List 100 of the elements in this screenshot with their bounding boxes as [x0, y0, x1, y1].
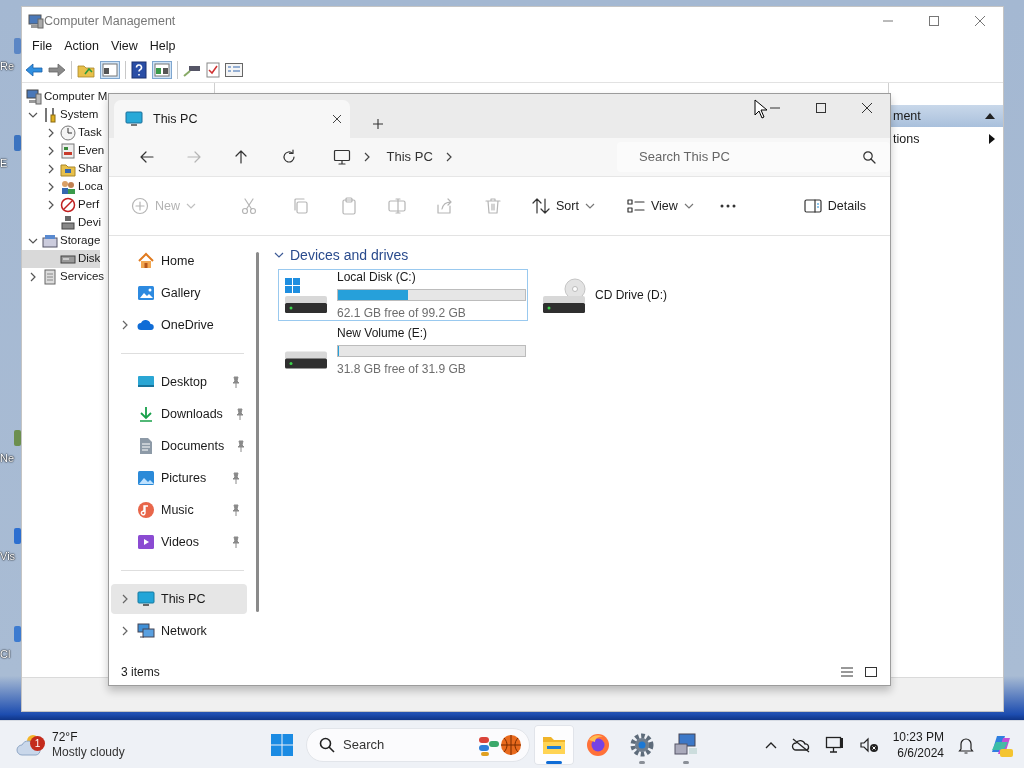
time-text: 10:23 PM [892, 728, 944, 745]
cloud-off-icon[interactable] [790, 736, 811, 753]
collapse-chevron-icon[interactable] [28, 237, 38, 245]
help-icon[interactable] [131, 60, 147, 79]
expand-chevron-icon[interactable] [121, 626, 129, 636]
tab[interactable]: This PC [114, 100, 350, 138]
details-pane-icon [803, 198, 822, 214]
speaker-muted-icon[interactable] [858, 736, 879, 753]
share-icon [60, 161, 76, 177]
tree-item[interactable]: Task [22, 124, 102, 142]
expand-chevron-icon[interactable] [47, 128, 55, 138]
tree-label: Loca [78, 179, 103, 195]
nav-item[interactable]: Downloads [111, 399, 247, 429]
hard-drive-icon [283, 276, 329, 314]
menu-item[interactable]: Action [58, 36, 105, 56]
search-field[interactable]: Search This PC [617, 142, 890, 172]
device-icon [60, 215, 76, 231]
bell-icon[interactable] [958, 735, 974, 754]
house-icon [137, 252, 155, 270]
search-box[interactable]: Search [306, 727, 530, 762]
expand-chevron-icon[interactable] [47, 164, 55, 174]
window-title: Computer Management [44, 12, 176, 30]
properties-icon[interactable] [225, 62, 243, 77]
expand-chevron-icon[interactable] [121, 594, 129, 604]
tab-label: This PC [153, 110, 198, 128]
pane-icon[interactable] [100, 60, 120, 79]
tree-item[interactable]: System [22, 106, 99, 124]
tree-label: Even [78, 143, 105, 159]
drive-tile[interactable]: New Volume (E:) 31.8 GB free of 31.9 GB [278, 325, 528, 377]
drive-tile[interactable]: Local Disk (C:) 62.1 GB free of 99.2 GB [278, 269, 528, 321]
shortcut-label: Vis [0, 550, 16, 562]
pane-icon[interactable] [152, 60, 172, 79]
monitor-icon [125, 111, 143, 127]
refresh-icon[interactable] [280, 149, 297, 165]
forward-icon[interactable] [48, 61, 66, 78]
date-text: 6/6/2024 [897, 744, 944, 761]
cursor-icon [754, 99, 768, 119]
more-icon [719, 204, 736, 208]
close-tab-icon[interactable] [332, 114, 342, 124]
tree-item[interactable]: Perf [22, 196, 100, 214]
scissors-icon [240, 197, 258, 215]
menu-item[interactable]: Help [143, 36, 182, 56]
search-placeholder: Search This PC [639, 148, 730, 167]
details-view-icon[interactable] [840, 666, 854, 678]
tree-label: Perf [78, 197, 100, 213]
computer-icon [26, 89, 42, 105]
group-header[interactable]: Devices and drives [274, 245, 890, 265]
tree-item[interactable]: Loca [22, 178, 103, 196]
sort-button[interactable]: Sort [524, 190, 603, 222]
chevron-up-icon[interactable] [764, 740, 777, 749]
expand-chevron-icon[interactable] [47, 200, 55, 210]
collapse-chevron-icon[interactable] [28, 111, 38, 119]
collapse-arrow-icon[interactable] [985, 113, 995, 119]
actions-pane-entry[interactable]: tions [889, 127, 1003, 151]
view-button[interactable]: View [618, 190, 702, 222]
tree-item[interactable]: Disk [22, 250, 101, 268]
tree-item[interactable]: Computer M [22, 88, 108, 106]
close-icon [974, 15, 986, 27]
new-tab-icon[interactable] [372, 117, 384, 130]
tree-item[interactable]: Services [22, 268, 105, 286]
network-monitor-icon[interactable] [824, 735, 845, 754]
chevron-icon[interactable] [444, 152, 453, 162]
breadcrumb-item[interactable]: This PC [386, 147, 433, 167]
tree-item[interactable]: Storage [22, 232, 101, 250]
share-icon [436, 197, 454, 215]
taskbar-app[interactable] [534, 724, 574, 765]
clock[interactable]: 10:23 PM 6/6/2024 [892, 728, 944, 761]
nav-item[interactable]: Gallery [111, 278, 247, 308]
details-button[interactable]: Details [795, 190, 874, 222]
monitor-icon[interactable] [332, 149, 351, 165]
menu-item[interactable]: View [104, 36, 144, 56]
chevron-icon[interactable] [362, 152, 371, 162]
nav-item[interactable]: Pictures [111, 463, 247, 493]
menu-item[interactable]: File [26, 36, 59, 56]
music-note-icon [137, 501, 155, 519]
tree-item[interactable]: Even [22, 142, 105, 160]
drive-tile[interactable]: CD Drive (D:) [536, 269, 786, 321]
expand-chevron-icon[interactable] [29, 272, 37, 282]
tree-item[interactable]: Shar [22, 160, 103, 178]
tiles-view-icon[interactable] [864, 666, 878, 678]
tools-icon [42, 107, 58, 123]
expand-chevron-icon[interactable] [47, 146, 55, 156]
tree-label: Task [78, 125, 102, 141]
back-icon[interactable] [138, 149, 155, 165]
tree-label: Shar [78, 161, 103, 177]
nav-item[interactable]: Network [111, 616, 247, 646]
nav-item[interactable]: Music [111, 495, 247, 525]
nav-item[interactable]: Desktop [111, 367, 247, 397]
tree-label: Computer M [44, 89, 108, 105]
nav-item[interactable]: Documents [111, 431, 247, 461]
shortcut-label: Cl [0, 648, 11, 660]
nav-item[interactable]: Home [111, 246, 247, 276]
nav-item[interactable]: This PC [111, 584, 247, 614]
nav-item[interactable]: Videos [111, 527, 247, 557]
shortcut-label: Re [0, 60, 15, 72]
tree-item[interactable]: Devi [22, 214, 101, 232]
expand-chevron-icon[interactable] [47, 182, 55, 192]
nav-item[interactable]: OneDrive [111, 310, 247, 340]
expand-chevron-icon[interactable] [121, 320, 129, 330]
checklist-icon[interactable] [206, 61, 220, 78]
